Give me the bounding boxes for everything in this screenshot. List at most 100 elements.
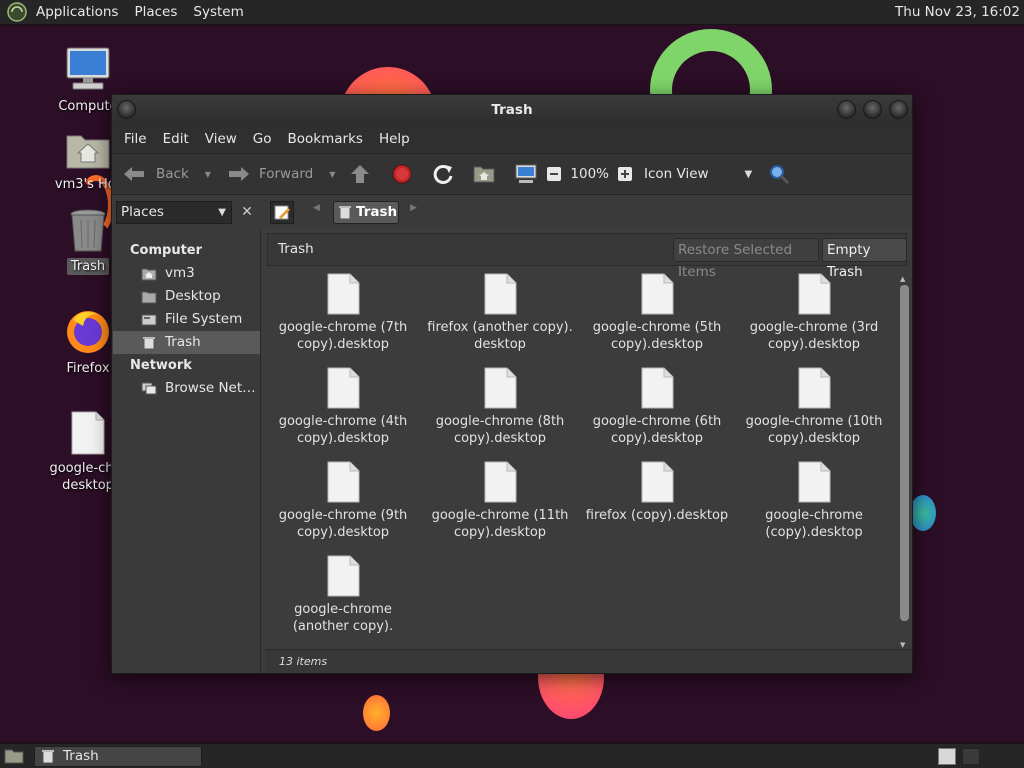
file-name-line: copy).desktop [453,525,547,540]
file-item[interactable]: google-chrome (11th copy).desktop [424,461,576,541]
menu-places[interactable]: Places [126,0,185,25]
menu-edit[interactable]: Edit [155,131,197,147]
computer-icon [515,164,537,183]
file-item[interactable]: google-chrome (9th copy).desktop [267,461,419,541]
file-view: Trash Restore Selected Items Empty Trash… [265,231,912,673]
search-button[interactable] [768,159,790,189]
crumb-scroll-left-icon[interactable]: ◀ [313,203,320,213]
file-item[interactable]: firefox (copy).desktop [581,461,733,524]
restore-selected-button[interactable]: Restore Selected Items [673,238,819,280]
taskbar-item-trash[interactable]: Trash [34,746,202,767]
zoom-in-icon[interactable] [617,166,633,182]
scroll-up-icon[interactable]: ▲ [900,275,905,283]
clock[interactable]: Thu Nov 23, 16:02 [895,0,1020,25]
breadcrumb-trash[interactable]: Trash [333,201,399,224]
scroll-down-icon[interactable]: ▼ [900,641,905,649]
filesystem-icon [141,314,157,325]
file-icon [484,273,517,315]
trash-icon [42,750,54,764]
home-folder-icon [66,135,110,169]
back-button[interactable]: Back ▼ [122,159,211,189]
show-desktop-icon[interactable] [4,747,24,765]
distro-logo-icon[interactable] [6,1,28,23]
empty-trash-button[interactable]: Empty Trash [822,238,907,280]
view-mode-select[interactable]: Icon View ▼ [644,159,752,189]
sidebar-item-vm3[interactable]: vm3 [113,262,260,285]
zoom-level: 100% [570,166,609,182]
menu-help[interactable]: Help [371,131,418,147]
file-icon [641,367,674,409]
file-name-line: (copy).desktop [765,525,863,540]
file-icon [327,367,360,409]
home-button[interactable] [473,159,495,189]
menubar: File Edit View Go Bookmarks Help [112,125,912,153]
file-item[interactable]: google-chrome (another copy). [267,555,419,635]
sidebar-pane-label: Places [121,204,164,220]
file-name-line: copy).desktop [296,337,390,352]
file-name-line: copy).desktop [296,431,390,446]
sidebar-item-file-system[interactable]: File System [113,308,260,331]
forward-history-dropdown-icon[interactable]: ▼ [329,170,335,179]
taskbar-item-label: Trash [63,748,99,764]
menu-go[interactable]: Go [245,131,280,147]
icon-grid: google-chrome (7th copy).desktop firefox (… [267,273,897,649]
desktop-folder-icon [141,291,157,303]
file-item[interactable]: google-chrome (copy).desktop [738,461,890,541]
trash-icon [70,209,106,252]
file-name-line: google-chrome (3rd [749,320,879,335]
file-name-line: google-chrome (5th [592,320,722,335]
minimize-button[interactable] [837,100,856,119]
file-item[interactable]: google-chrome (7th copy).desktop [267,273,419,353]
menu-file[interactable]: File [116,131,155,147]
back-label: Back [156,166,189,182]
stop-button[interactable] [391,159,413,189]
maximize-button[interactable] [863,100,882,119]
reload-button[interactable] [432,159,454,189]
file-item[interactable]: google-chrome (8th copy).desktop [424,367,576,447]
file-item[interactable]: google-chrome (5th copy).desktop [581,273,733,353]
file-item[interactable]: google-chrome (3rd copy).desktop [738,273,890,353]
close-sidebar-icon[interactable]: ✕ [236,201,258,224]
forward-button[interactable]: Forward ▼ [227,159,335,189]
workspace-2[interactable] [962,748,980,765]
window-titlebar[interactable]: Trash [112,95,912,125]
sidebar-item-desktop[interactable]: Desktop [113,285,260,308]
scrollbar-thumb[interactable] [900,285,909,621]
status-bar: 13 items [265,649,912,673]
menu-bookmarks[interactable]: Bookmarks [280,131,371,147]
file-name-line: google-chrome [294,602,392,617]
file-name-line: copy).desktop [296,525,390,540]
top-panel: Applications Places System Thu Nov 23, 1… [0,0,1024,25]
sidebar-item-browse-network[interactable]: Browse Net… [113,377,260,400]
crumb-scroll-right-icon[interactable]: ▶ [410,203,417,213]
desktop-icon-label: Trash [66,258,110,275]
sidebar-heading-network: Network [130,358,192,373]
file-name-line: google-chrome [765,508,863,523]
file-name-line: google-chrome (6th [592,414,722,429]
location-bar: Places ▼ ✕ ◀ Trash ▶ [113,196,911,228]
file-name-line: google-chrome (7th [278,320,408,335]
sidebar-pane-select[interactable]: Places ▼ [116,201,232,224]
file-icon [798,273,831,315]
back-history-dropdown-icon[interactable]: ▼ [205,170,211,179]
file-item[interactable]: google-chrome (6th copy).desktop [581,367,733,447]
file-item[interactable]: google-chrome (4th copy).desktop [267,367,419,447]
view-mode-label: Icon View [644,166,709,182]
workspace-1[interactable] [938,748,956,765]
zoom-control: 100% [546,159,633,189]
computer-button[interactable] [514,159,538,189]
close-button[interactable] [889,100,908,119]
zoom-out-icon[interactable] [546,166,562,182]
menu-view[interactable]: View [197,131,245,147]
sidebar-item-trash[interactable]: Trash [113,331,260,354]
places-sidebar: Computer vm3 Desktop File System Trash N… [113,229,261,673]
file-item[interactable]: firefox (another copy). desktop [424,273,576,353]
file-item[interactable]: google-chrome (10th copy).desktop [738,367,890,447]
toggle-location-entry-button[interactable] [270,201,294,224]
vertical-scrollbar[interactable]: ▲ ▼ [899,275,909,653]
up-button[interactable] [349,159,371,189]
trash-icon [143,336,155,349]
info-bar-label: Trash [278,241,314,257]
menu-system[interactable]: System [185,0,251,25]
menu-applications[interactable]: Applications [28,0,126,25]
